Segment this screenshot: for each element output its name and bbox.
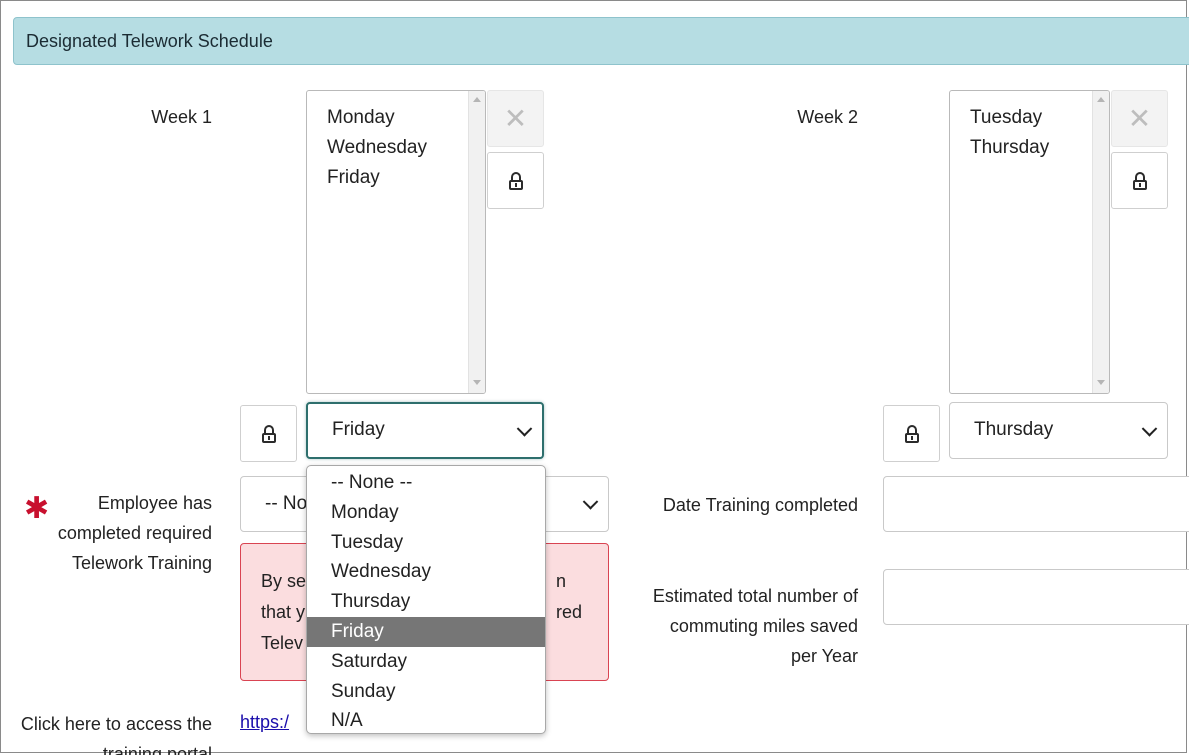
week2-list-item[interactable]: Thursday xyxy=(950,133,1109,163)
week1-list-item[interactable]: Wednesday xyxy=(307,133,485,163)
close-icon: ✕ xyxy=(1127,101,1152,135)
week2-unlock-button[interactable] xyxy=(1111,152,1168,209)
week1-clear-button[interactable]: ✕ xyxy=(487,90,544,147)
date-training-input[interactable] xyxy=(883,476,1189,532)
dropdown-option[interactable]: Tuesday xyxy=(307,528,545,558)
lock-icon xyxy=(1132,171,1147,190)
close-icon: ✕ xyxy=(503,101,528,135)
week1-day-select[interactable]: Friday xyxy=(306,402,544,459)
week1-unlock-button[interactable] xyxy=(487,152,544,209)
chevron-down-icon xyxy=(1141,420,1158,437)
scroll-down-arrow-icon[interactable] xyxy=(473,380,481,385)
date-training-label: Date Training completed xyxy=(662,495,858,515)
week2-select-value: Thursday xyxy=(974,419,1054,440)
week2-selected-list[interactable]: Tuesday Thursday xyxy=(949,90,1110,394)
chevron-down-icon xyxy=(516,420,533,437)
training-select-value: -- No xyxy=(265,493,308,514)
week2-clear-button[interactable]: ✕ xyxy=(1111,90,1168,147)
week2-list-scrollbar[interactable] xyxy=(1092,91,1109,393)
dropdown-option[interactable]: N/A xyxy=(307,706,545,733)
lock-icon xyxy=(508,171,523,190)
week1-list-scrollbar[interactable] xyxy=(468,91,485,393)
dropdown-option[interactable]: Wednesday xyxy=(307,557,545,587)
scroll-up-arrow-icon[interactable] xyxy=(473,97,481,102)
section-header-telework-schedule: Designated Telework Schedule xyxy=(13,17,1189,65)
week2-list-item[interactable]: Tuesday xyxy=(950,103,1109,133)
week1-list-item[interactable]: Monday xyxy=(307,103,485,133)
section-title: Designated Telework Schedule xyxy=(26,31,273,51)
alert-fragment-right: n red xyxy=(556,566,582,628)
training-portal-link[interactable]: https:/ xyxy=(240,712,289,733)
scroll-down-arrow-icon[interactable] xyxy=(1097,380,1105,385)
training-completed-label: Employee has completed required Telework… xyxy=(57,493,212,573)
dropdown-option[interactable]: Thursday xyxy=(307,587,545,617)
scroll-up-arrow-icon[interactable] xyxy=(1097,97,1105,102)
dropdown-option[interactable]: -- None -- xyxy=(307,468,545,498)
week1-list-item[interactable]: Friday xyxy=(307,163,485,193)
dropdown-option-selected[interactable]: Friday xyxy=(307,616,545,647)
week1-day-dropdown[interactable]: -- None -- Monday Tuesday Wednesday Thur… xyxy=(306,465,546,734)
week2-lock-button[interactable] xyxy=(883,405,940,462)
miles-saved-label: Estimated total number of commuting mile… xyxy=(652,586,858,666)
dropdown-option[interactable]: Saturday xyxy=(307,647,545,677)
dropdown-option[interactable]: Sunday xyxy=(307,677,545,707)
week1-select-value: Friday xyxy=(332,419,385,440)
week1-label: Week 1 xyxy=(151,107,212,127)
alert-line: red xyxy=(556,602,583,622)
week2-day-select[interactable]: Thursday xyxy=(949,402,1168,459)
week2-label: Week 2 xyxy=(797,107,858,127)
alert-line: n xyxy=(556,571,567,591)
week1-lock-button[interactable] xyxy=(240,405,297,462)
miles-saved-input[interactable] xyxy=(883,569,1189,625)
week1-selected-list[interactable]: Monday Wednesday Friday xyxy=(306,90,486,394)
lock-icon xyxy=(904,424,919,443)
chevron-down-icon xyxy=(582,494,599,510)
portal-label: Click here to access the training portal xyxy=(20,714,212,755)
lock-icon xyxy=(261,424,276,443)
dropdown-option[interactable]: Monday xyxy=(307,498,545,528)
